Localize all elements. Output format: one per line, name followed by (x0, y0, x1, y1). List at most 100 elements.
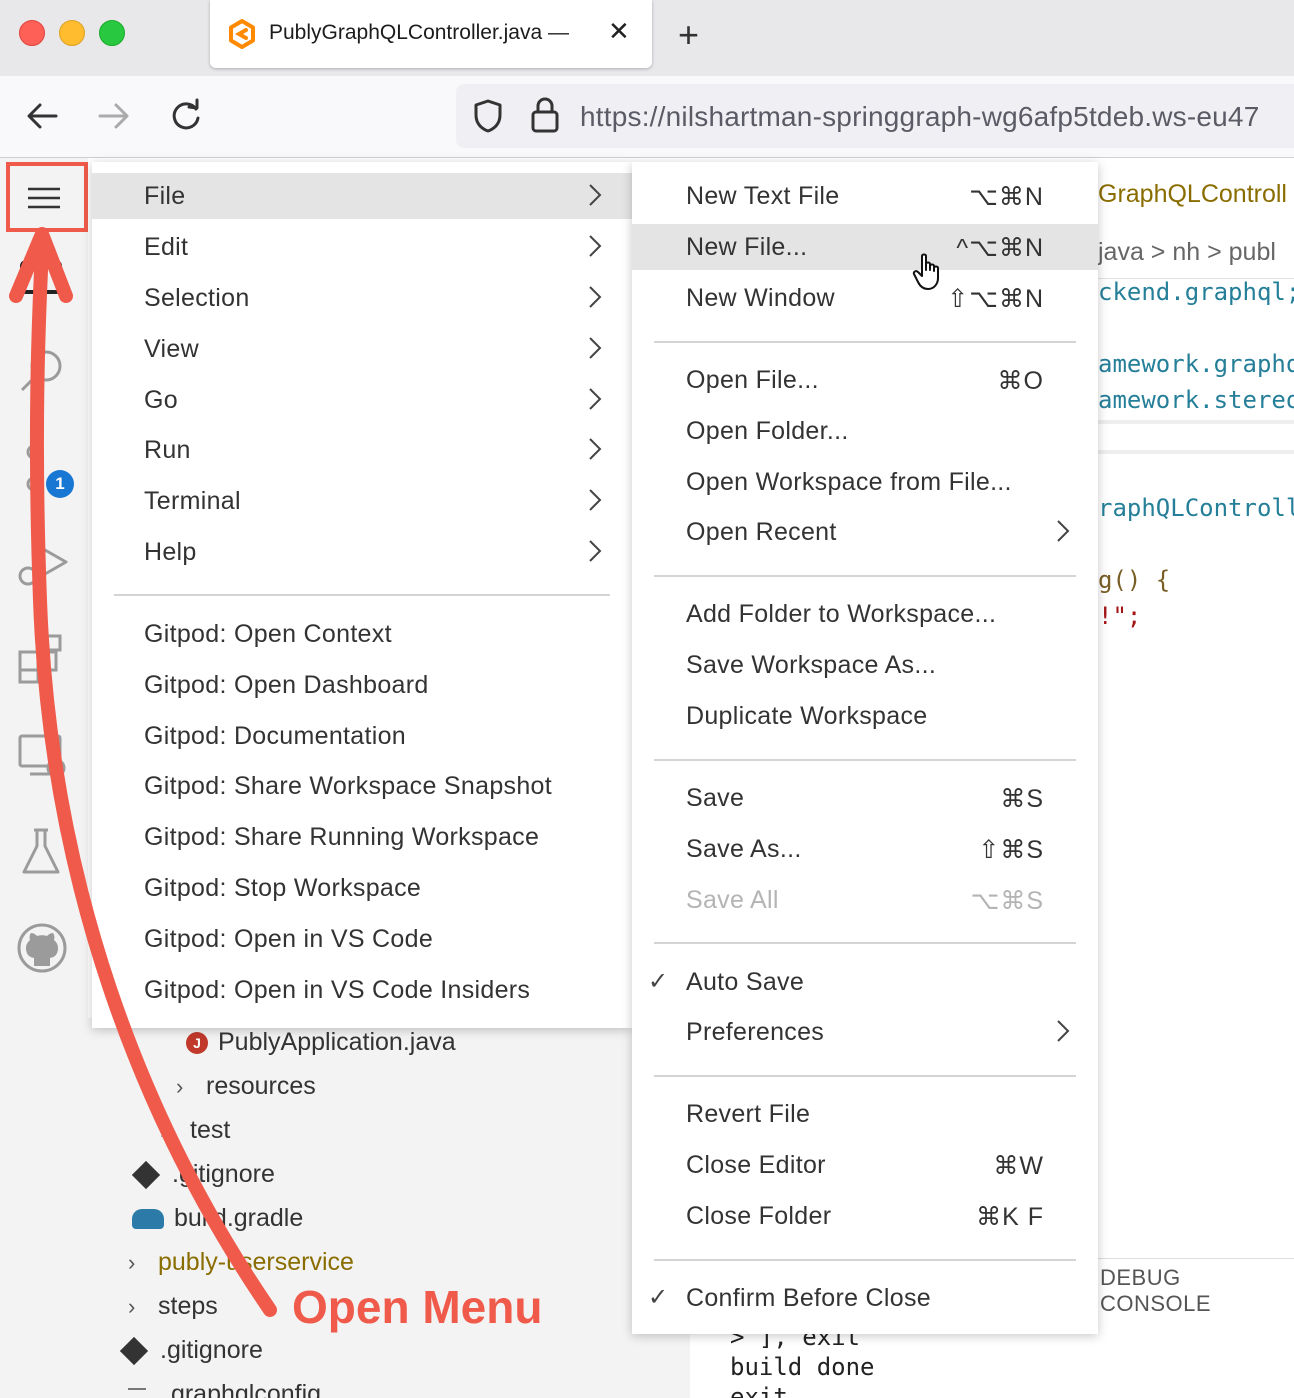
menu-item-preferences[interactable]: Preferences (632, 1009, 1098, 1055)
chevron-right-icon (588, 437, 602, 466)
menu-item-gitpod-open-context[interactable]: Gitpod: Open Context (92, 611, 632, 657)
menu-item-save[interactable]: Save ⌘S (632, 775, 1098, 821)
chevron-right-icon (588, 387, 602, 416)
menu-item-open-recent[interactable]: Open Recent (632, 509, 1098, 555)
tree-item[interactable]: J PublyApplication.java (186, 1028, 456, 1057)
tree-item[interactable]: › steps (128, 1292, 218, 1321)
chevron-right-icon (1056, 519, 1070, 548)
menu-item-revert-file[interactable]: Revert File (632, 1091, 1098, 1137)
github-icon[interactable] (14, 920, 70, 981)
menu-item-run[interactable]: Run (92, 427, 632, 473)
menu-item-confirm-before-close[interactable]: ✓ Confirm Before Close (632, 1275, 1098, 1321)
close-window-button[interactable] (19, 20, 45, 46)
checkmark-icon: ✓ (648, 1284, 669, 1311)
url-bar[interactable]: https://nilshartman-springgraph-wg6afp5t… (456, 84, 1294, 148)
menu-item-gitpod-share-snapshot[interactable]: Gitpod: Share Workspace Snapshot (92, 763, 632, 809)
menu-item-edit[interactable]: Edit (92, 224, 632, 270)
shortcut-label: ^⌥⌘N (956, 234, 1044, 262)
menu-item-new-file[interactable]: New File... ^⌥⌘N (632, 224, 1098, 270)
menu-item-gitpod-open-dashboard[interactable]: Gitpod: Open Dashboard (92, 662, 632, 708)
menu-separator (654, 1075, 1076, 1077)
extensions-icon[interactable] (14, 632, 70, 693)
shortcut-label: ⌘S (1000, 785, 1044, 813)
menu-item-save-workspace-as[interactable]: Save Workspace As... (632, 642, 1098, 688)
explorer-panel: J PublyApplication.java › resources › test … (88, 1018, 690, 1398)
testing-flask-icon[interactable] (14, 824, 70, 885)
menu-item-help[interactable]: Help (92, 529, 632, 575)
menu-separator (114, 594, 610, 596)
shortcut-label: ⌘O (997, 367, 1044, 395)
menu-item-open-folder[interactable]: Open Folder... (632, 408, 1098, 454)
application-menu-button[interactable] (6, 162, 88, 232)
tree-item[interactable]: .gitignore (131, 1160, 275, 1190)
chevron-right-icon (588, 539, 602, 568)
remote-explorer-icon[interactable] (14, 728, 70, 789)
menu-item-terminal[interactable]: Terminal (92, 478, 632, 524)
tree-item[interactable]: › test (160, 1116, 230, 1145)
annotation-label: Open Menu (292, 1281, 543, 1333)
menu-item-open-workspace-from-file[interactable]: Open Workspace from File... (632, 459, 1098, 505)
source-control-badge: 1 (46, 470, 74, 498)
close-tab-icon[interactable]: ✕ (608, 16, 630, 47)
tree-item[interactable]: › resources (176, 1072, 316, 1101)
files-icon[interactable] (14, 250, 70, 311)
reload-icon[interactable] (168, 98, 204, 139)
chevron-right-icon: › (160, 1118, 168, 1143)
chevron-right-icon (588, 336, 602, 365)
menu-item-view[interactable]: View (92, 326, 632, 372)
tree-item[interactable]: .gitignore (119, 1336, 263, 1366)
menu-item-file[interactable]: File (92, 173, 632, 219)
tree-item[interactable]: build.gradle (132, 1204, 303, 1233)
browser-navigation-bar: https://nilshartman-springgraph-wg6afp5t… (0, 76, 1294, 158)
menu-item-gitpod-open-vscode[interactable]: Gitpod: Open in VS Code (92, 916, 632, 962)
tree-item[interactable]: › publy-userservice (128, 1248, 354, 1277)
file-submenu: New Text File ⌥⌘N New File... ^⌥⌘N New W… (632, 162, 1098, 1334)
shortcut-label: ⌘W (993, 1152, 1044, 1180)
tracking-shield-icon[interactable] (472, 98, 504, 139)
menu-item-gitpod-open-vscode-insiders[interactable]: Gitpod: Open in VS Code Insiders (92, 967, 632, 1013)
menu-item-open-file[interactable]: Open File... ⌘O (632, 357, 1098, 403)
menu-item-selection[interactable]: Selection (92, 275, 632, 321)
search-icon[interactable] (14, 344, 70, 405)
tab-debug-console[interactable]: DEBUG CONSOLE (1100, 1265, 1294, 1317)
activity-bar: 1 (0, 158, 88, 1398)
menu-item-auto-save[interactable]: ✓ Auto Save (632, 959, 1098, 1005)
new-tab-button[interactable]: + (678, 14, 699, 56)
menu-item-gitpod-stop-workspace[interactable]: Gitpod: Stop Workspace (92, 865, 632, 911)
shortcut-label: ⇧⌥⌘N (947, 285, 1044, 313)
menu-item-go[interactable]: Go (92, 377, 632, 423)
menu-item-new-text-file[interactable]: New Text File ⌥⌘N (632, 173, 1098, 219)
menu-item-new-window[interactable]: New Window ⇧⌥⌘N (632, 275, 1098, 321)
menu-item-save-all[interactable]: Save All ⌥⌘S (632, 877, 1098, 923)
menu-item-close-folder[interactable]: Close Folder ⌘K F (632, 1193, 1098, 1239)
menu-separator (654, 575, 1076, 577)
shortcut-label: ⌥⌘N (969, 183, 1044, 211)
chevron-right-icon (588, 234, 602, 263)
terminal-line: exit (730, 1383, 788, 1398)
menu-item-save-as[interactable]: Save As... ⇧⌘S (632, 826, 1098, 872)
editor-tab-title[interactable]: GraphQLControll (1098, 180, 1287, 209)
menu-item-gitpod-share-running[interactable]: Gitpod: Share Running Workspace (92, 814, 632, 860)
menu-separator (654, 341, 1076, 343)
editor-area[interactable]: GraphQLControll java > nh > publ ckend.g… (1098, 158, 1294, 1258)
minimize-window-button[interactable] (59, 20, 85, 46)
browser-tab[interactable]: PublyGraphQLController.java — ✕ (210, 0, 652, 68)
tree-item[interactable]: .graphqlconfig (128, 1380, 321, 1398)
git-file-icon (131, 1161, 161, 1190)
code-line: raphQLControll (1098, 494, 1294, 522)
hamburger-menu-icon (26, 186, 62, 215)
tab-title: PublyGraphQLController.java — (269, 21, 569, 44)
url-text: https://nilshartman-springgraph-wg6afp5t… (580, 101, 1260, 132)
breadcrumb[interactable]: java > nh > publ (1098, 238, 1276, 267)
fold-divider (1098, 450, 1294, 454)
menu-item-gitpod-documentation[interactable]: Gitpod: Documentation (92, 713, 632, 759)
forward-arrow-icon[interactable] (96, 98, 132, 139)
menu-item-add-folder-to-workspace[interactable]: Add Folder to Workspace... (632, 591, 1098, 637)
menu-item-close-editor[interactable]: Close Editor ⌘W (632, 1142, 1098, 1188)
lock-icon[interactable] (530, 96, 560, 139)
back-arrow-icon[interactable] (24, 98, 60, 139)
run-debug-icon[interactable] (14, 536, 70, 597)
application-menu: File Edit Selection View Go Run Terminal… (92, 162, 632, 1028)
menu-item-duplicate-workspace[interactable]: Duplicate Workspace (632, 693, 1098, 739)
zoom-window-button[interactable] (99, 20, 125, 46)
